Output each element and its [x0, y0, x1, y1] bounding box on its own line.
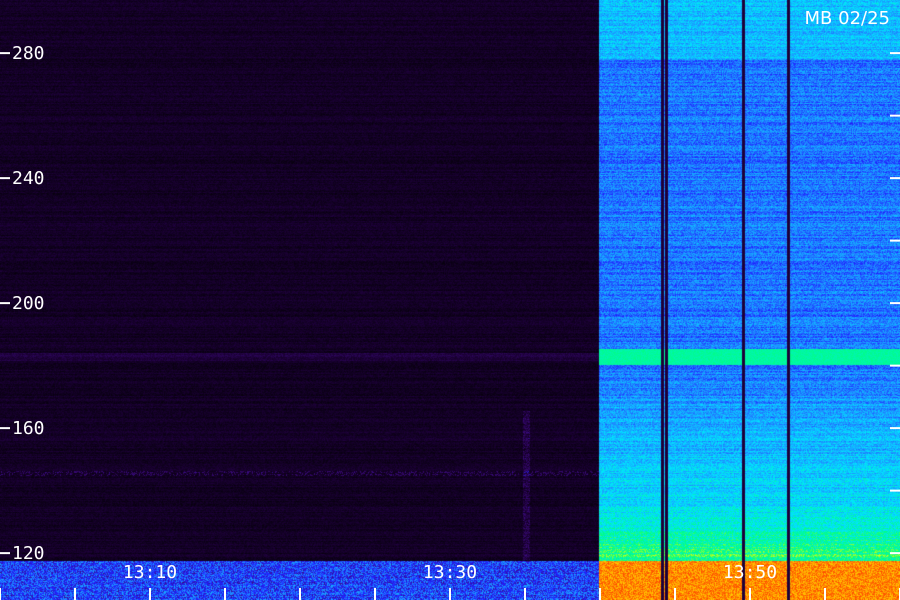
- spectrogram-view: 120 160 200 240 280 13:10 13:30 13:50 MB 02/25: [0, 0, 900, 600]
- spectrogram-canvas: [0, 0, 900, 600]
